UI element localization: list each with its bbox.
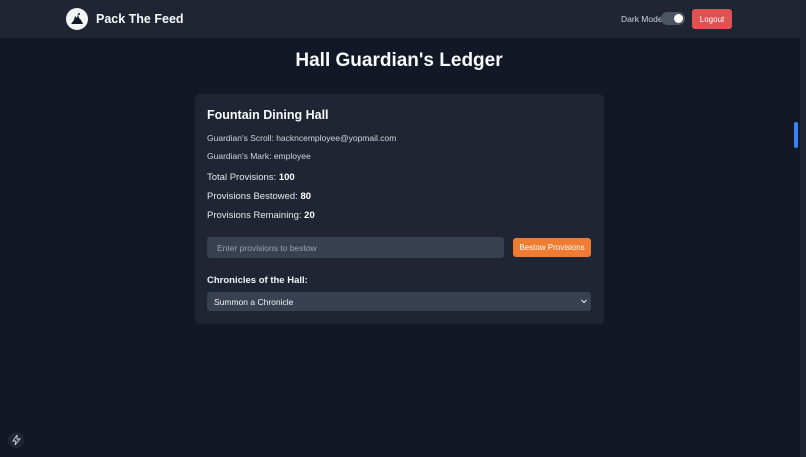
navbar: Pack The Feed Dark Mode Logout bbox=[0, 0, 800, 38]
logout-button[interactable]: Logout bbox=[692, 9, 732, 29]
chronicles-label: Chronicles of the Hall: bbox=[207, 275, 308, 286]
lightning-bolt-icon[interactable] bbox=[8, 432, 24, 448]
bestow-provisions-button[interactable]: Bestow Provisions bbox=[513, 238, 591, 257]
brand[interactable]: Pack The Feed bbox=[66, 8, 184, 30]
total-provisions: Total Provisions: 100 bbox=[207, 172, 295, 183]
scrollbar-thumb[interactable] bbox=[794, 122, 798, 148]
total-provisions-label: Total Provisions: bbox=[207, 172, 279, 183]
chevron-down-icon bbox=[580, 297, 588, 307]
provisions-bestowed-label: Provisions Bestowed: bbox=[207, 191, 301, 202]
provisions-remaining-label: Provisions Remaining: bbox=[207, 210, 305, 221]
chronicle-select[interactable]: Summon a Chronicle bbox=[207, 292, 591, 311]
dark-mode-label: Dark Mode bbox=[621, 14, 663, 24]
provisions-bestowed-value: 80 bbox=[300, 191, 312, 202]
provisions-remaining-value: 20 bbox=[304, 210, 315, 221]
provisions-remaining: Provisions Remaining: 20 bbox=[207, 210, 315, 221]
provisions-bestowed: Provisions Bestowed: 80 bbox=[207, 191, 311, 202]
dark-mode-toggle[interactable] bbox=[661, 12, 685, 25]
guardian-mark: Guardian's Mark: employee bbox=[207, 151, 311, 161]
guardian-scroll-value: hackncemployee@yopmail.com bbox=[276, 133, 397, 143]
guardian-scroll: Guardian's Scroll: hackncemployee@yopmai… bbox=[207, 133, 396, 143]
scrollbar-track[interactable] bbox=[800, 0, 806, 457]
guardian-mark-label: Guardian's Mark: bbox=[207, 151, 274, 161]
brand-name: Pack The Feed bbox=[96, 12, 184, 26]
guardian-mark-value: employee bbox=[273, 151, 311, 161]
chronicle-selected-value: Summon a Chronicle bbox=[214, 296, 294, 307]
wolf-howl-icon bbox=[66, 8, 88, 30]
hall-card: Fountain Dining Hall Guardian's Scroll: … bbox=[195, 94, 604, 324]
total-provisions-value: 100 bbox=[278, 172, 295, 183]
toggle-knob bbox=[674, 14, 683, 23]
provisions-input[interactable] bbox=[207, 237, 504, 258]
hall-name: Fountain Dining Hall bbox=[207, 108, 329, 122]
page-title: Hall Guardian's Ledger bbox=[295, 50, 503, 71]
guardian-scroll-label: Guardian's Scroll: bbox=[207, 133, 277, 143]
